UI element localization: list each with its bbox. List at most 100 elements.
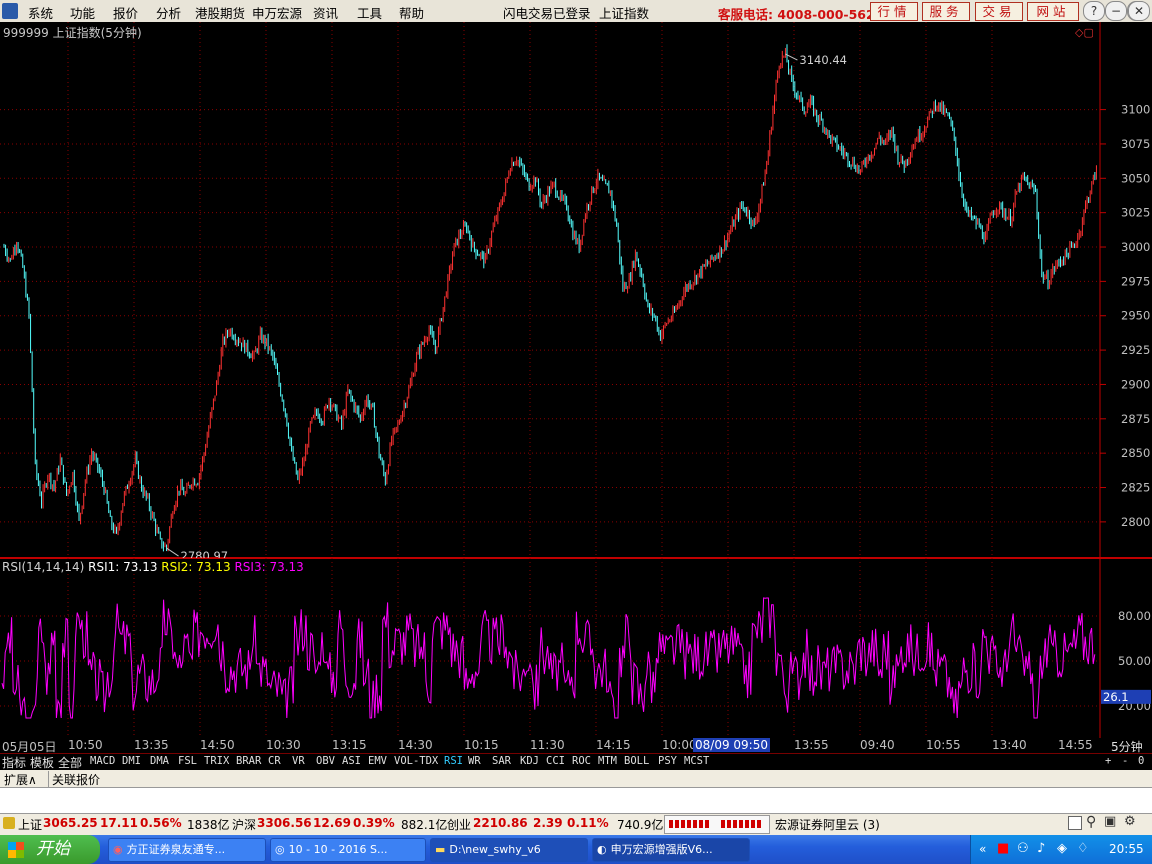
indicator-tab-dma[interactable]: DMA <box>150 755 169 767</box>
indicator-tab-dmi[interactable]: DMI <box>122 755 141 767</box>
rsi-tick-label: 80.00 <box>1118 609 1151 623</box>
low-label: 2780.97 <box>181 549 229 558</box>
x-tick: 11:30 <box>530 738 565 752</box>
trade-button[interactable]: 交易 <box>975 2 1023 21</box>
panel-body <box>0 788 1152 813</box>
y-tick-label: 2900 <box>1121 377 1150 391</box>
indicator-tab-wr[interactable]: WR <box>468 755 481 767</box>
signal-icon[interactable]: ⚲ <box>1086 814 1096 830</box>
indicator-tab-mcst[interactable]: MCST <box>684 755 709 767</box>
indicator-tab-brar[interactable]: BRAR <box>236 755 261 767</box>
login-status: 闪电交易已登录 <box>503 6 591 21</box>
tabbar-control-1[interactable]: - <box>1122 755 1128 767</box>
x-tick: 10:15 <box>464 738 499 752</box>
layout-toggle-icon[interactable]: ◇▢ <box>1075 26 1094 39</box>
market-button[interactable]: 行情 <box>870 2 918 21</box>
website-button[interactable]: 网站 <box>1027 2 1079 21</box>
sh-value: 3065.25 <box>43 816 98 830</box>
current-index-label: 上证指数 <box>599 6 650 21</box>
rsi-chart[interactable]: 80.0050.0020.0026.1 <box>0 558 1152 738</box>
indicator-tab-psy[interactable]: PSY <box>658 755 677 767</box>
indicator-tab-mtm[interactable]: MTM <box>598 755 617 767</box>
indicator-tab-模板[interactable]: 模板 <box>30 754 54 771</box>
menu-swhy[interactable]: 申万宏源 <box>252 3 302 22</box>
rsi-legend: RSI(14,14,14) RSI1: 73.13 RSI2: 73.13 RS… <box>2 560 304 574</box>
sh-change: 17.11 <box>100 816 138 830</box>
panel-tab-strip: 扩展∧ 关联报价 <box>0 770 1152 788</box>
cy-change: 2.39 <box>533 816 563 830</box>
expand-tab[interactable]: 扩展∧ <box>4 771 37 788</box>
signal-meter <box>664 815 770 834</box>
task-fangzheng[interactable]: ◉ 方正证券泉友通专... <box>108 838 266 862</box>
indicator-tab-trix[interactable]: TRIX <box>204 755 229 767</box>
tabbar-control-2[interactable]: 0 <box>1138 755 1144 767</box>
tray-shield-icon[interactable]: ◈ <box>1057 841 1067 856</box>
start-button[interactable]: 开始 <box>0 835 100 864</box>
x-tick: 13:35 <box>134 738 169 752</box>
indicator-tab-boll[interactable]: BOLL <box>624 755 649 767</box>
hs-value: 3306.56 <box>257 816 312 830</box>
price-chart[interactable]: 3100 3075 3050 3025 3000 2975 2950 2925 2900 2875… <box>0 22 1152 558</box>
task-folder[interactable]: ▬ D:\new_swhy_v6 <box>430 838 588 862</box>
task-swhy-app[interactable]: ◐ 申万宏源增强版V6... <box>592 838 750 862</box>
menu-hk-futures[interactable]: 港股期货 <box>195 3 245 22</box>
settings-icon[interactable]: ⚙ <box>1124 814 1136 829</box>
lock-icon[interactable]: ▣ <box>1104 814 1116 829</box>
system-tray: « ■ ⚇ ♪ ◈ ♢ 20:55 <box>970 835 1152 864</box>
tray-network-icon[interactable]: ⚇ <box>1017 841 1029 856</box>
y-tick-label: 2850 <box>1121 446 1150 460</box>
menu-analysis[interactable]: 分析 <box>156 3 181 22</box>
indicator-tab-fsl[interactable]: FSL <box>178 755 197 767</box>
menu-tools[interactable]: 工具 <box>357 3 382 22</box>
indicator-tab-指标[interactable]: 指标 <box>2 754 26 771</box>
indicator-tab-kdj[interactable]: KDJ <box>520 755 539 767</box>
indicator-tab-全部[interactable]: 全部 <box>58 754 82 771</box>
close-icon[interactable]: ✕ <box>1128 1 1150 21</box>
indicator-tab-macd[interactable]: MACD <box>90 755 115 767</box>
indicator-tab-vr[interactable]: VR <box>292 755 305 767</box>
service-button[interactable]: 服务 <box>922 2 970 21</box>
menu-system[interactable]: 系统 <box>28 3 53 22</box>
task-label: D:\new_swhy_v6 <box>449 843 541 856</box>
tabbar-control-0[interactable]: + <box>1105 755 1111 767</box>
indicator-tab-cci[interactable]: CCI <box>546 755 565 767</box>
rsi-tick-label: 50.00 <box>1118 654 1151 668</box>
menu-function[interactable]: 功能 <box>70 3 95 22</box>
indicator-tab-rsi[interactable]: RSI <box>444 755 463 767</box>
minimize-icon[interactable]: − <box>1105 1 1127 21</box>
menu-help[interactable]: 帮助 <box>399 3 424 22</box>
window-icon[interactable] <box>1068 816 1082 830</box>
tray-app-icon[interactable]: ■ <box>997 841 1009 856</box>
indicator-tab-obv[interactable]: OBV <box>316 755 335 767</box>
high-label: 3140.44 <box>799 53 847 67</box>
x-tick: 10:55 <box>926 738 961 752</box>
related-quote-tab[interactable]: 关联报价 <box>48 771 100 788</box>
tray-volume-icon[interactable]: ♪ <box>1037 841 1045 856</box>
y-tick-label: 3100 <box>1121 103 1150 117</box>
indicator-tab-asi[interactable]: ASI <box>342 755 361 767</box>
tray-arrow-icon[interactable]: « <box>979 842 986 856</box>
task-browser[interactable]: ◎ 10 - 10 - 2016 S... <box>270 838 426 862</box>
task-label: 10 - 10 - 2016 S... <box>288 843 388 856</box>
x-tick: 14:15 <box>596 738 631 752</box>
cy-amount: 740.9亿 <box>617 818 664 832</box>
help-icon[interactable]: ? <box>1083 1 1105 21</box>
task-label: 申万宏源增强版V6... <box>610 843 713 856</box>
windows-logo-icon <box>8 842 24 858</box>
y-tick-label: 2925 <box>1121 343 1150 357</box>
hs-change: 12.69 <box>313 816 351 830</box>
menu-quote[interactable]: 报价 <box>113 3 138 22</box>
y-tick-label: 3050 <box>1121 171 1150 185</box>
x-tick: 13:40 <box>992 738 1027 752</box>
indicator-tab-vol-tdx[interactable]: VOL-TDX <box>394 755 438 767</box>
tray-security-icon[interactable]: ♢ <box>1077 841 1089 856</box>
indicator-tab-roc[interactable]: ROC <box>572 755 591 767</box>
x-tick: 09:40 <box>860 738 895 752</box>
y-tick-label: 2800 <box>1121 515 1150 529</box>
indicator-tab-sar[interactable]: SAR <box>492 755 511 767</box>
menu-news[interactable]: 资讯 <box>313 3 338 22</box>
indicator-tab-cr[interactable]: CR <box>268 755 281 767</box>
sh-pct: 0.56% <box>140 816 182 830</box>
indicator-tab-emv[interactable]: EMV <box>368 755 387 767</box>
hs-amount: 882.1亿 <box>401 818 448 832</box>
